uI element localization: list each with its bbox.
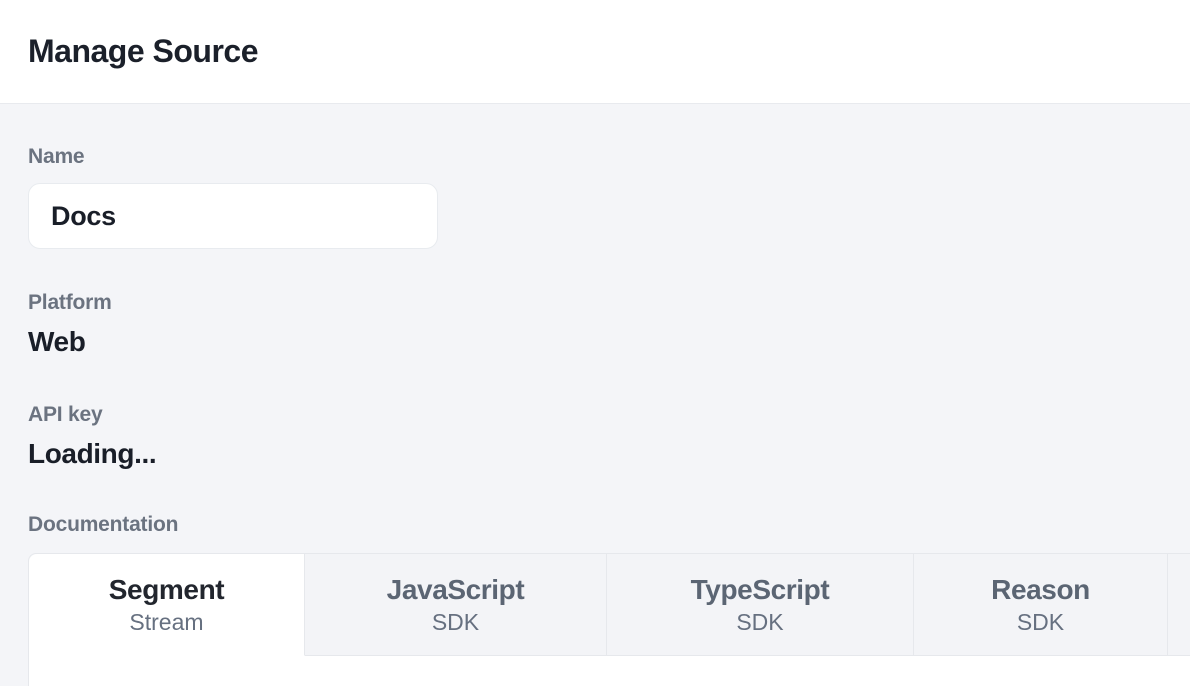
tab-typescript-sdk[interactable]: TypeScript SDK	[607, 554, 914, 656]
name-label: Name	[28, 144, 1190, 170]
platform-label: Platform	[28, 290, 1190, 316]
documentation-tabs: Segment Stream JavaScript SDK TypeScript…	[28, 553, 1190, 656]
documentation-label: Documentation	[28, 512, 1190, 538]
tab-subtitle: SDK	[736, 608, 783, 636]
tab-subtitle: Stream	[129, 608, 203, 636]
page-title: Manage Source	[28, 33, 258, 70]
tab-content-panel	[28, 656, 1190, 686]
platform-value: Web	[28, 324, 1190, 360]
tab-title: JavaScript	[387, 573, 525, 607]
api-key-label: API key	[28, 402, 1190, 428]
tab-title: Reason	[991, 573, 1090, 607]
tab-title: Segment	[109, 573, 224, 607]
tab-title: TypeScript	[691, 573, 830, 607]
tab-reason-sdk[interactable]: Reason SDK	[914, 554, 1168, 656]
tab-javascript-sdk[interactable]: JavaScript SDK	[305, 554, 607, 656]
page-body: Name Platform Web API key Loading... Doc…	[0, 144, 1190, 686]
tab-subtitle: SDK	[432, 608, 479, 636]
api-key-value: Loading...	[28, 436, 1190, 472]
tab-partial-cutoff[interactable]	[1168, 554, 1190, 656]
page-header: Manage Source	[0, 0, 1190, 104]
tab-segment-stream[interactable]: Segment Stream	[29, 554, 305, 656]
name-input[interactable]	[28, 183, 438, 249]
tab-subtitle: SDK	[1017, 608, 1064, 636]
